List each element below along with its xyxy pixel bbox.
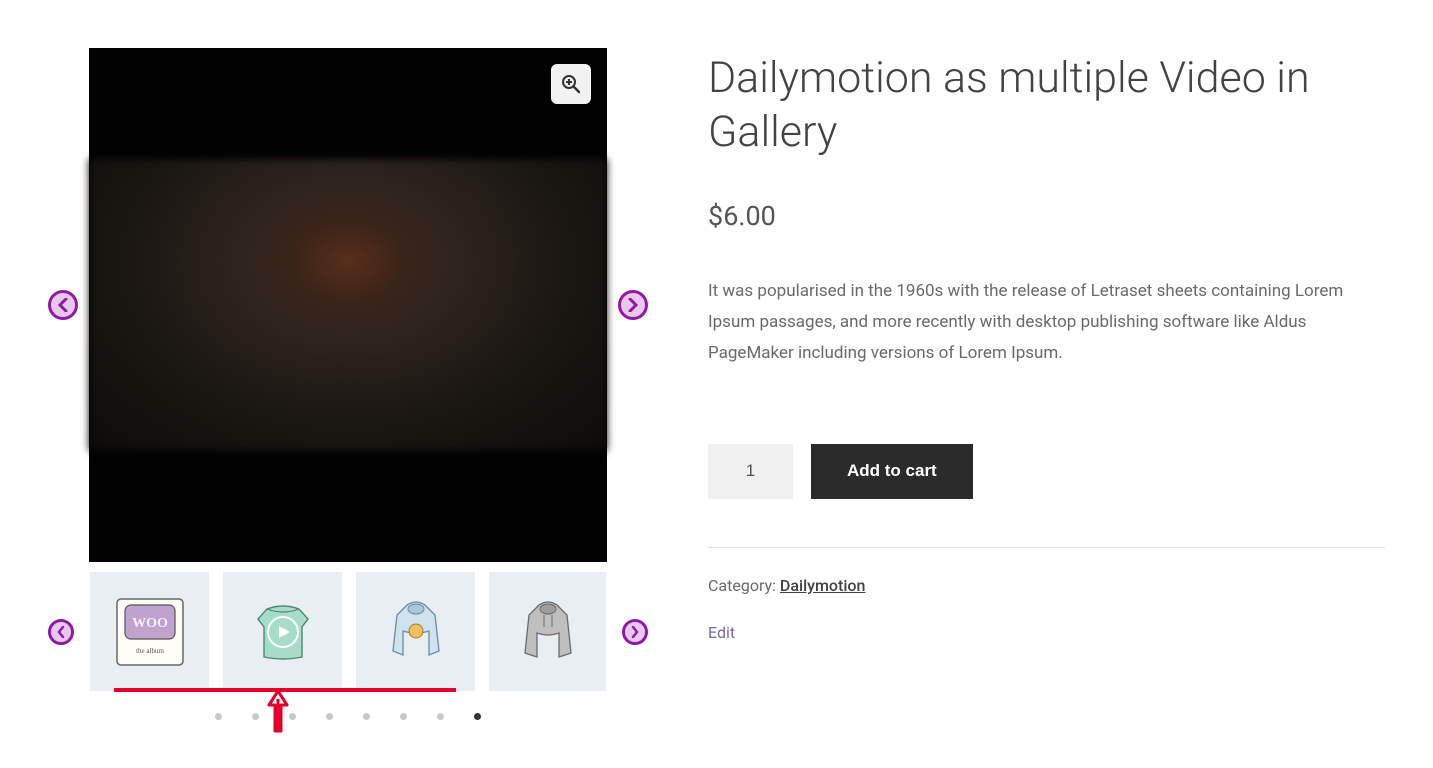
dot-6[interactable]	[400, 713, 407, 720]
category-label: Category:	[708, 576, 780, 595]
category-link[interactable]: Dailymotion	[780, 576, 865, 595]
product-price: $6.00	[708, 200, 1385, 232]
zoom-in-icon	[561, 74, 581, 94]
product-description: It was popularised in the 1960s with the…	[708, 276, 1385, 370]
thumb-woo-album[interactable]: WOO the album	[90, 572, 209, 691]
price-value: 6.00	[723, 200, 776, 232]
annotation-red-underline	[114, 688, 456, 692]
zoom-button[interactable]	[551, 64, 591, 104]
currency-symbol: $	[708, 200, 723, 232]
svg-text:WOO: WOO	[132, 616, 168, 631]
product-gallery: WOO the album	[48, 48, 648, 720]
gallery-prev-button[interactable]	[48, 290, 78, 320]
product-title: Dailymotion as multiple Video in Gallery	[708, 52, 1385, 160]
dot-5[interactable]	[363, 713, 370, 720]
gallery-main-image[interactable]	[89, 48, 607, 562]
gallery-pagination-dots	[48, 713, 648, 720]
main-image-wrap	[48, 48, 648, 562]
dot-7[interactable]	[437, 713, 444, 720]
edit-link[interactable]: Edit	[708, 623, 735, 642]
annotation-red-arrow-icon	[266, 689, 290, 733]
thumb-green-sweater[interactable]	[223, 572, 342, 691]
thumbs-prev-button[interactable]	[48, 619, 74, 645]
add-to-cart-button[interactable]: Add to cart	[811, 444, 973, 499]
product-details: Dailymotion as multiple Video in Gallery…	[708, 48, 1385, 720]
dot-2[interactable]	[252, 713, 259, 720]
hoodie-grey-icon	[507, 591, 589, 673]
svg-text:the album: the album	[136, 647, 164, 655]
category-meta: Category: Dailymotion	[708, 576, 1385, 595]
hoodie-blue-icon	[375, 591, 457, 673]
thumbnail-strip: WOO the album	[48, 572, 648, 691]
dot-3[interactable]	[289, 713, 296, 720]
video-frame	[89, 159, 607, 451]
gallery-next-button[interactable]	[618, 290, 648, 320]
dot-8[interactable]	[474, 713, 481, 720]
thumb-blue-hoodie[interactable]	[356, 572, 475, 691]
add-to-cart-row: Add to cart	[708, 444, 1385, 499]
thumb-grey-hoodie[interactable]	[489, 572, 606, 691]
play-overlay-icon	[266, 615, 300, 649]
thumbs-next-button[interactable]	[622, 619, 648, 645]
quantity-input[interactable]	[708, 444, 793, 499]
divider	[708, 547, 1385, 548]
dot-1[interactable]	[215, 713, 222, 720]
album-cover-icon: WOO the album	[109, 591, 191, 673]
dot-4[interactable]	[326, 713, 333, 720]
